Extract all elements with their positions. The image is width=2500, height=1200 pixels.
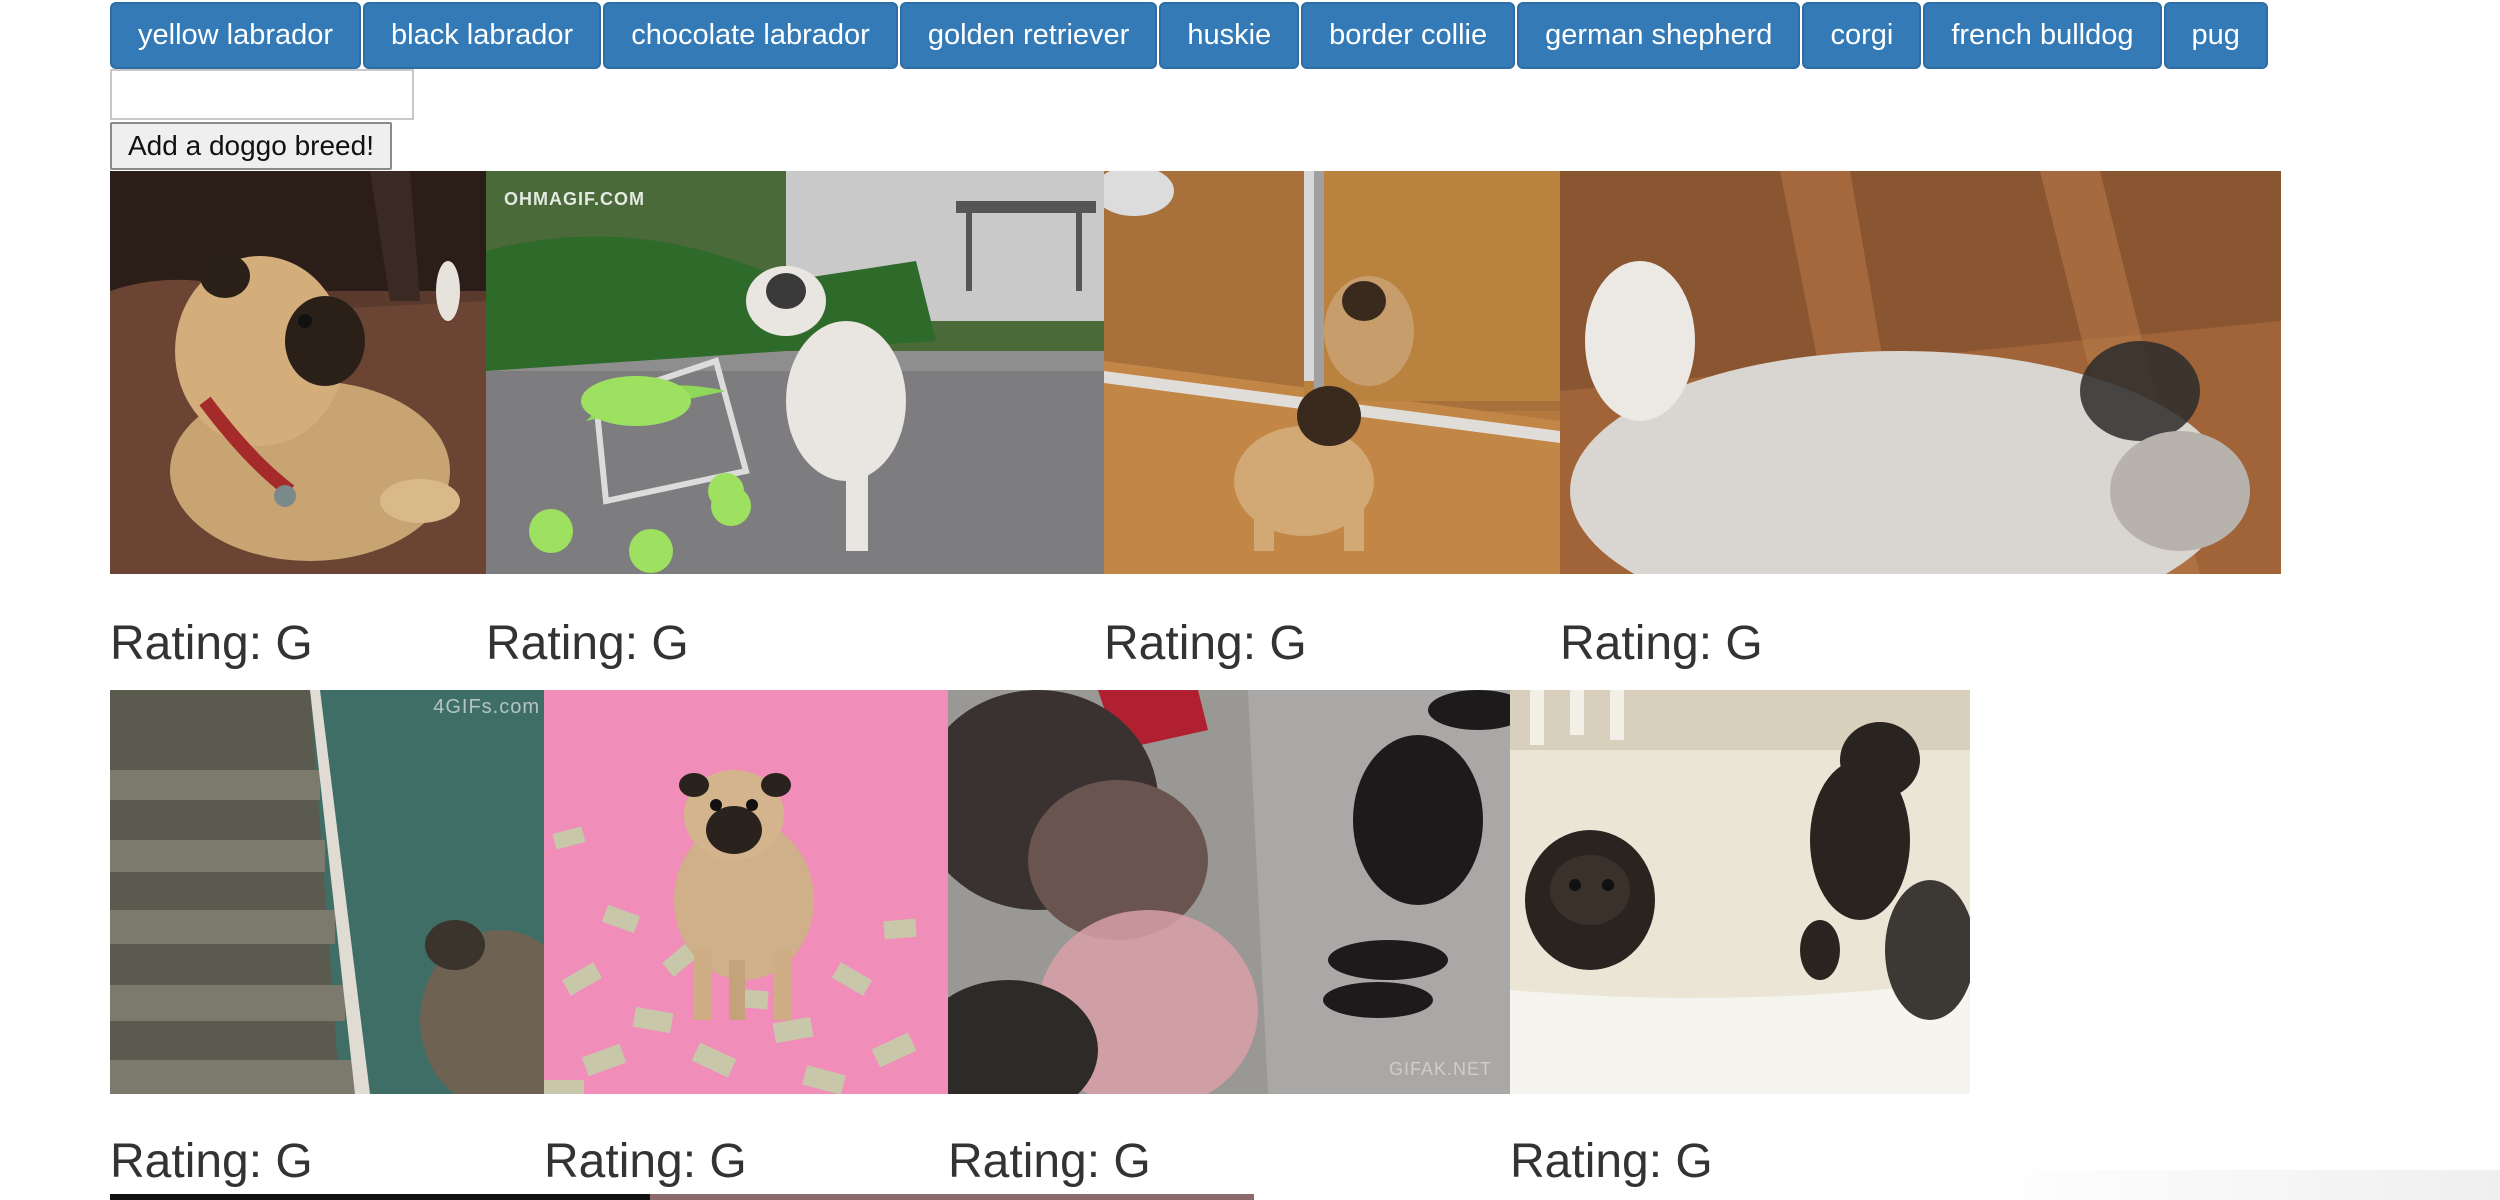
- breed-button-border-collie[interactable]: border collie: [1301, 2, 1516, 69]
- rating-label-4: Rating: G: [1560, 617, 1763, 670]
- breed-button-black-labrador[interactable]: black labrador: [363, 2, 602, 69]
- breed-button-pug[interactable]: pug: [2163, 2, 2268, 69]
- gif-image-4[interactable]: [1560, 171, 2281, 574]
- breed-button-chocolate-labrador[interactable]: chocolate labrador: [603, 2, 898, 69]
- breed-button-yellow-labrador[interactable]: yellow labrador: [110, 2, 362, 69]
- breed-button-german-shepherd[interactable]: german shepherd: [1517, 2, 1801, 69]
- gif-image-8[interactable]: [1510, 690, 1970, 1094]
- page: yellow labrador black labrador chocolate…: [0, 0, 2500, 1200]
- rating-label-6: Rating: G: [544, 1135, 747, 1188]
- breed-button-row: yellow labrador black labrador chocolate…: [110, 2, 2270, 69]
- rating-label-2: Rating: G: [486, 617, 689, 670]
- gif-image-3[interactable]: [1104, 171, 1560, 574]
- breed-button-french-bulldog[interactable]: french bulldog: [1923, 2, 2162, 69]
- add-breed-button[interactable]: Add a doggo breed!: [110, 122, 392, 170]
- breed-input[interactable]: [110, 69, 414, 120]
- gif-image-9[interactable]: [110, 1194, 650, 1200]
- rating-label-3: Rating: G: [1104, 617, 1307, 670]
- rating-label-7: Rating: G: [948, 1135, 1151, 1188]
- gif-image-5[interactable]: 4GIFs.com: [110, 690, 544, 1094]
- rating-label-1: Rating: G: [110, 617, 313, 670]
- breed-button-golden-retriever[interactable]: golden retriever: [899, 2, 1158, 69]
- breed-button-huskie[interactable]: huskie: [1159, 2, 1300, 69]
- scroll-shadow: [1980, 1170, 2500, 1200]
- gif-watermark: OHMAGIF.COM: [504, 189, 645, 209]
- gif-image-2[interactable]: OHMAGIF.COM: [486, 171, 1104, 574]
- breed-button-corgi[interactable]: corgi: [1802, 2, 1922, 69]
- gif-watermark: GIFAK.NET: [1388, 1059, 1492, 1079]
- gif-image-7[interactable]: GIFAK.NET: [948, 690, 1510, 1094]
- gif-image-10[interactable]: [650, 1194, 1254, 1200]
- rating-label-8: Rating: G: [1510, 1135, 1713, 1188]
- gif-image-6[interactable]: [544, 690, 948, 1094]
- gif-watermark: 4GIFs.com: [433, 696, 540, 718]
- gif-image-1[interactable]: [110, 171, 486, 574]
- rating-label-5: Rating: G: [110, 1135, 313, 1188]
